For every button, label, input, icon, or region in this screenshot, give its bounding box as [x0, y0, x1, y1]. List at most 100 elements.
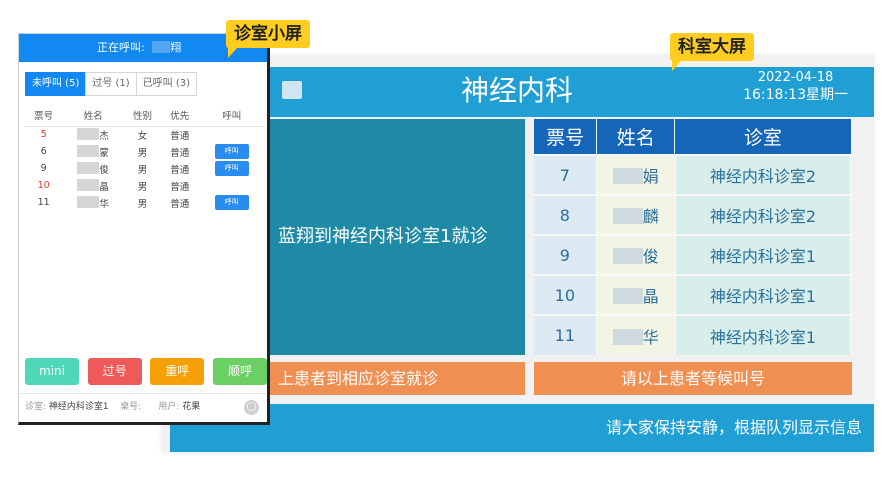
patient-priority: 普通: [170, 130, 190, 142]
queue-row: 9 俊神经内科诊室1: [534, 234, 853, 275]
big-screen-label: 科室大屏: [678, 37, 746, 57]
queue-row: 11 华神经内科诊室1: [534, 314, 853, 355]
waiting-queue-table: 票号 姓名 诊室 7 娟神经内科诊室2 8 麟神经内科诊室2 9 俊神经内科诊室1 10 晶神…: [534, 119, 853, 355]
table-row: 5 杰 女 普通: [25, 126, 265, 143]
user-value: 花果: [182, 402, 201, 412]
patient-name-char: 杰: [99, 130, 109, 142]
patient-name-char: 蒙: [99, 147, 109, 159]
call-cell: [198, 177, 265, 194]
recall-button[interactable]: 重呼: [150, 358, 205, 385]
skip-button[interactable]: 过号: [87, 358, 142, 385]
tab-not-called[interactable]: 未呼叫 (5): [25, 72, 87, 96]
clinic-room: 神经内科诊室2: [674, 194, 853, 235]
patient-name-char: 俊: [642, 247, 659, 266]
patient-name: 蒙: [62, 143, 124, 160]
date-time-display: 2022-04-18 16:18:13星期一: [743, 69, 848, 103]
patient-priority: 普通: [170, 164, 190, 176]
redacted-name-block: [77, 144, 100, 157]
patient-name-char: 娟: [642, 167, 659, 186]
ticket-number: 6: [40, 146, 47, 157]
patient-gender: 男: [137, 147, 148, 159]
mini-button[interactable]: mini: [25, 358, 79, 385]
table-row: 6 蒙 男 普通 呼叫: [25, 143, 265, 160]
table-row: 10 晶 男 普通: [25, 177, 265, 194]
column-header-call: 呼叫: [198, 104, 265, 127]
patient-priority: 普通: [170, 181, 190, 193]
patient-name: 华: [596, 314, 676, 355]
call-button[interactable]: 呼叫: [214, 161, 249, 176]
patient-name: 娟: [596, 154, 676, 195]
patient-name: 晶: [596, 274, 676, 315]
current-time: 16:18:13星期一: [743, 87, 848, 103]
redacted-name-block: [77, 195, 100, 208]
patient-name-char: 华: [642, 327, 659, 347]
patient-name: 晶: [62, 177, 124, 194]
status-bar: 诊室: 神经内科诊室1 桌号: 用户: 花果 ◯: [19, 393, 267, 421]
patient-name: 华: [62, 194, 124, 211]
ticket-number: 8: [534, 194, 598, 235]
patient-priority: 普通: [170, 198, 190, 210]
patient-name: 俊: [62, 160, 124, 177]
call-button[interactable]: 呼叫: [214, 144, 249, 159]
big-screen-callout: 科室大屏: [670, 33, 754, 71]
redacted-name-block: [612, 208, 643, 224]
ticket-number: 10: [37, 180, 50, 191]
column-header-priority: 优先: [161, 104, 199, 127]
patient-name-char: 晶: [642, 287, 659, 306]
action-buttons: mini 过号 重呼 顺呼: [25, 358, 267, 385]
patient-name: 麟: [596, 194, 676, 235]
current-date: 2022-04-18: [757, 70, 834, 85]
patient-gender: 男: [137, 181, 148, 193]
now-calling-label: 正在呼叫:: [97, 41, 145, 54]
ticket-number: 9: [40, 163, 47, 174]
scrolling-ticker: 请大家保持安静，根据队列显示信息: [170, 404, 874, 452]
patient-priority: 普通: [170, 147, 190, 159]
patient-name-char: 麟: [642, 207, 659, 226]
call-cell: 呼叫: [198, 194, 265, 211]
redacted-name-block: [77, 161, 100, 174]
tab-called[interactable]: 已呼叫 (3): [135, 72, 198, 96]
small-screen-callout: 诊室小屏: [226, 20, 310, 58]
room-label: 诊室:: [25, 402, 47, 412]
small-screen-label: 诊室小屏: [234, 24, 302, 44]
queue-row: 8 麟神经内科诊室2: [534, 194, 853, 235]
clinic-small-screen: 正在呼叫: 翔 未呼叫 (5) 过号 (1) 已呼叫 (3) 票号 姓名 性别 …: [18, 33, 270, 425]
call-next-button[interactable]: 顺呼: [212, 358, 267, 385]
patient-gender: 男: [137, 198, 148, 210]
patient-gender: 男: [137, 164, 148, 176]
ticket-number: 10: [534, 274, 598, 315]
ticket-number: 11: [37, 197, 50, 208]
redacted-name-block: [612, 328, 643, 345]
ticket-number: 11: [534, 314, 598, 355]
clinic-room: 神经内科诊室1: [674, 314, 853, 355]
patient-name: 俊: [596, 234, 676, 275]
patient-name-char: 华: [99, 198, 109, 210]
redacted-name-block: [152, 41, 171, 53]
callout-pointer: [228, 47, 238, 58]
tab-missed[interactable]: 过号 (1): [85, 72, 137, 96]
column-header-name: 姓名: [62, 104, 124, 127]
clinic-room: 神经内科诊室2: [674, 154, 853, 195]
column-header-ticket: 票号: [534, 119, 598, 155]
column-header-name: 姓名: [596, 119, 676, 155]
call-button[interactable]: 呼叫: [214, 195, 249, 210]
patient-name-char: 俊: [99, 164, 109, 176]
patient-gender: 女: [137, 130, 148, 142]
now-calling-name: 翔: [170, 41, 182, 54]
table-row: 11 华 男 普通 呼叫: [25, 194, 265, 211]
ticket-number: 5: [40, 129, 47, 141]
user-avatar-icon[interactable]: ◯: [244, 400, 259, 415]
clinic-room: 神经内科诊室1: [674, 234, 853, 275]
big-screen-header: 神经内科 2022-04-18 16:18:13星期一: [170, 67, 874, 117]
ticket-number: 7: [534, 154, 598, 195]
patient-name: 杰: [62, 126, 124, 143]
redacted-name-block: [612, 288, 643, 304]
call-cell: 呼叫: [198, 160, 265, 177]
redacted-name-block: [612, 248, 643, 264]
desk-label: 桌号:: [120, 402, 142, 412]
clinic-room: 神经内科诊室1: [674, 274, 853, 315]
column-header-ticket: 票号: [25, 104, 63, 127]
ticket-number: 9: [534, 234, 598, 275]
callout-pointer: [672, 60, 682, 71]
room-value: 神经内科诊室1: [48, 402, 109, 412]
